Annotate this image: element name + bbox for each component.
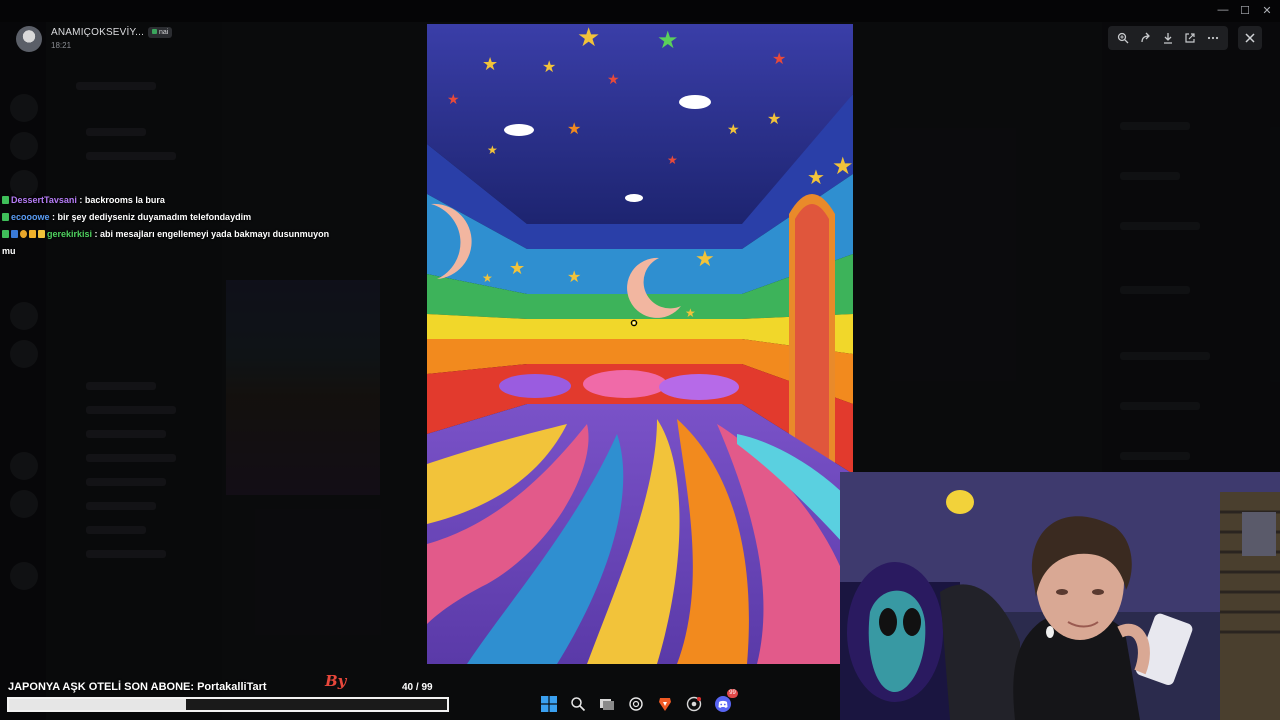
author-avatar[interactable] xyxy=(16,26,42,52)
window-maximize-button[interactable]: ☐ xyxy=(1236,4,1254,17)
open-external-icon[interactable] xyxy=(1181,29,1199,47)
download-icon[interactable] xyxy=(1159,29,1177,47)
tag-label: nai xyxy=(159,29,169,36)
chat-text: backrooms la bura xyxy=(84,195,165,205)
enlarged-image[interactable]: ★ ★ ★ ★ ★ ★ ★ ★ ★ ★ ★ ★ ★ ★ ★ ★ ★ ★ ★ xyxy=(427,24,853,664)
sword-badge-icon xyxy=(2,196,9,204)
sword-badge-icon xyxy=(2,230,9,238)
brave-icon[interactable] xyxy=(656,695,674,713)
sword-badge-icon xyxy=(2,213,9,221)
svg-text:★: ★ xyxy=(482,271,493,285)
close-icon xyxy=(1245,33,1255,43)
search-icon[interactable] xyxy=(569,695,587,713)
svg-text:★: ★ xyxy=(567,119,581,138)
svg-text:★: ★ xyxy=(567,267,581,286)
forward-icon[interactable] xyxy=(1137,29,1155,47)
task-view-icon[interactable] xyxy=(598,695,616,713)
tag-icon xyxy=(152,29,157,34)
webcam-feed xyxy=(840,472,1280,720)
svg-text:★: ★ xyxy=(447,92,460,108)
image-toolbar xyxy=(1108,26,1228,50)
subscriber-badge-icon xyxy=(11,230,18,238)
chat-message: gerekirkisi : abi mesajları engellemeyi … xyxy=(2,229,330,256)
chrome-icon[interactable] xyxy=(685,695,703,713)
discord-icon[interactable]: 99 xyxy=(714,689,738,713)
svg-text:★: ★ xyxy=(807,165,825,189)
svg-text:★: ★ xyxy=(832,152,853,180)
svg-text:★: ★ xyxy=(657,26,679,54)
window-close-button[interactable]: ✕ xyxy=(1258,4,1276,17)
svg-text:★: ★ xyxy=(577,24,600,53)
chat-message: ecooowe : bir şey dediyseniz duyamadım t… xyxy=(2,209,342,226)
windows-taskbar: 99 xyxy=(540,689,738,716)
author-tag-badge: nai xyxy=(148,27,173,38)
chat-message: DessertTavsani : backrooms la bura xyxy=(2,192,342,209)
zoom-in-icon[interactable] xyxy=(1114,29,1132,47)
svg-text:★: ★ xyxy=(487,143,498,157)
windows-start-icon[interactable] xyxy=(540,695,558,713)
chatgpt-icon[interactable] xyxy=(627,695,645,713)
chat-text: bir şey dediyseniz duyamadım telefondayd… xyxy=(57,212,252,222)
close-viewer-button[interactable] xyxy=(1238,26,1262,50)
chat-username: gerekirkisi xyxy=(47,229,93,239)
svg-text:★: ★ xyxy=(509,258,525,279)
svg-text:★: ★ xyxy=(685,306,696,320)
svg-text:★: ★ xyxy=(482,54,498,75)
gift-badge-icon xyxy=(29,230,36,238)
screen: — ☐ ✕ ANAMIÇOKSEVİY... 18:21 nai ★ ★ ★ ★… xyxy=(0,0,1280,720)
more-icon[interactable] xyxy=(1204,29,1222,47)
chat-username: DessertTavsani xyxy=(11,195,77,205)
sub-goal-text: JAPONYA AŞK OTELİ SON ABONE: PortakalliT… xyxy=(8,681,267,693)
sub-goal-progress xyxy=(7,697,449,712)
svg-text:★: ★ xyxy=(695,247,715,272)
svg-text:★: ★ xyxy=(542,57,556,76)
chat-username: ecooowe xyxy=(11,212,50,222)
crown-badge-icon xyxy=(38,230,45,238)
author-name[interactable]: ANAMIÇOKSEVİY... xyxy=(51,27,144,38)
svg-text:★: ★ xyxy=(607,72,620,88)
discord-notification-badge: 99 xyxy=(727,689,738,698)
svg-text:★: ★ xyxy=(767,109,781,128)
svg-text:★: ★ xyxy=(667,153,678,167)
bits-badge-icon xyxy=(20,230,27,238)
svg-text:★: ★ xyxy=(772,49,786,68)
message-time: 18:21 xyxy=(51,41,72,50)
sub-goal-count: 40 / 99 xyxy=(402,682,433,693)
svg-text:★: ★ xyxy=(727,122,740,138)
sub-goal-progress-fill xyxy=(9,699,186,710)
stream-chat-overlay: DessertTavsani : backrooms la bura ecooo… xyxy=(2,192,342,260)
streamer-logo: By xyxy=(325,672,347,690)
window-minimize-button[interactable]: — xyxy=(1214,4,1232,16)
